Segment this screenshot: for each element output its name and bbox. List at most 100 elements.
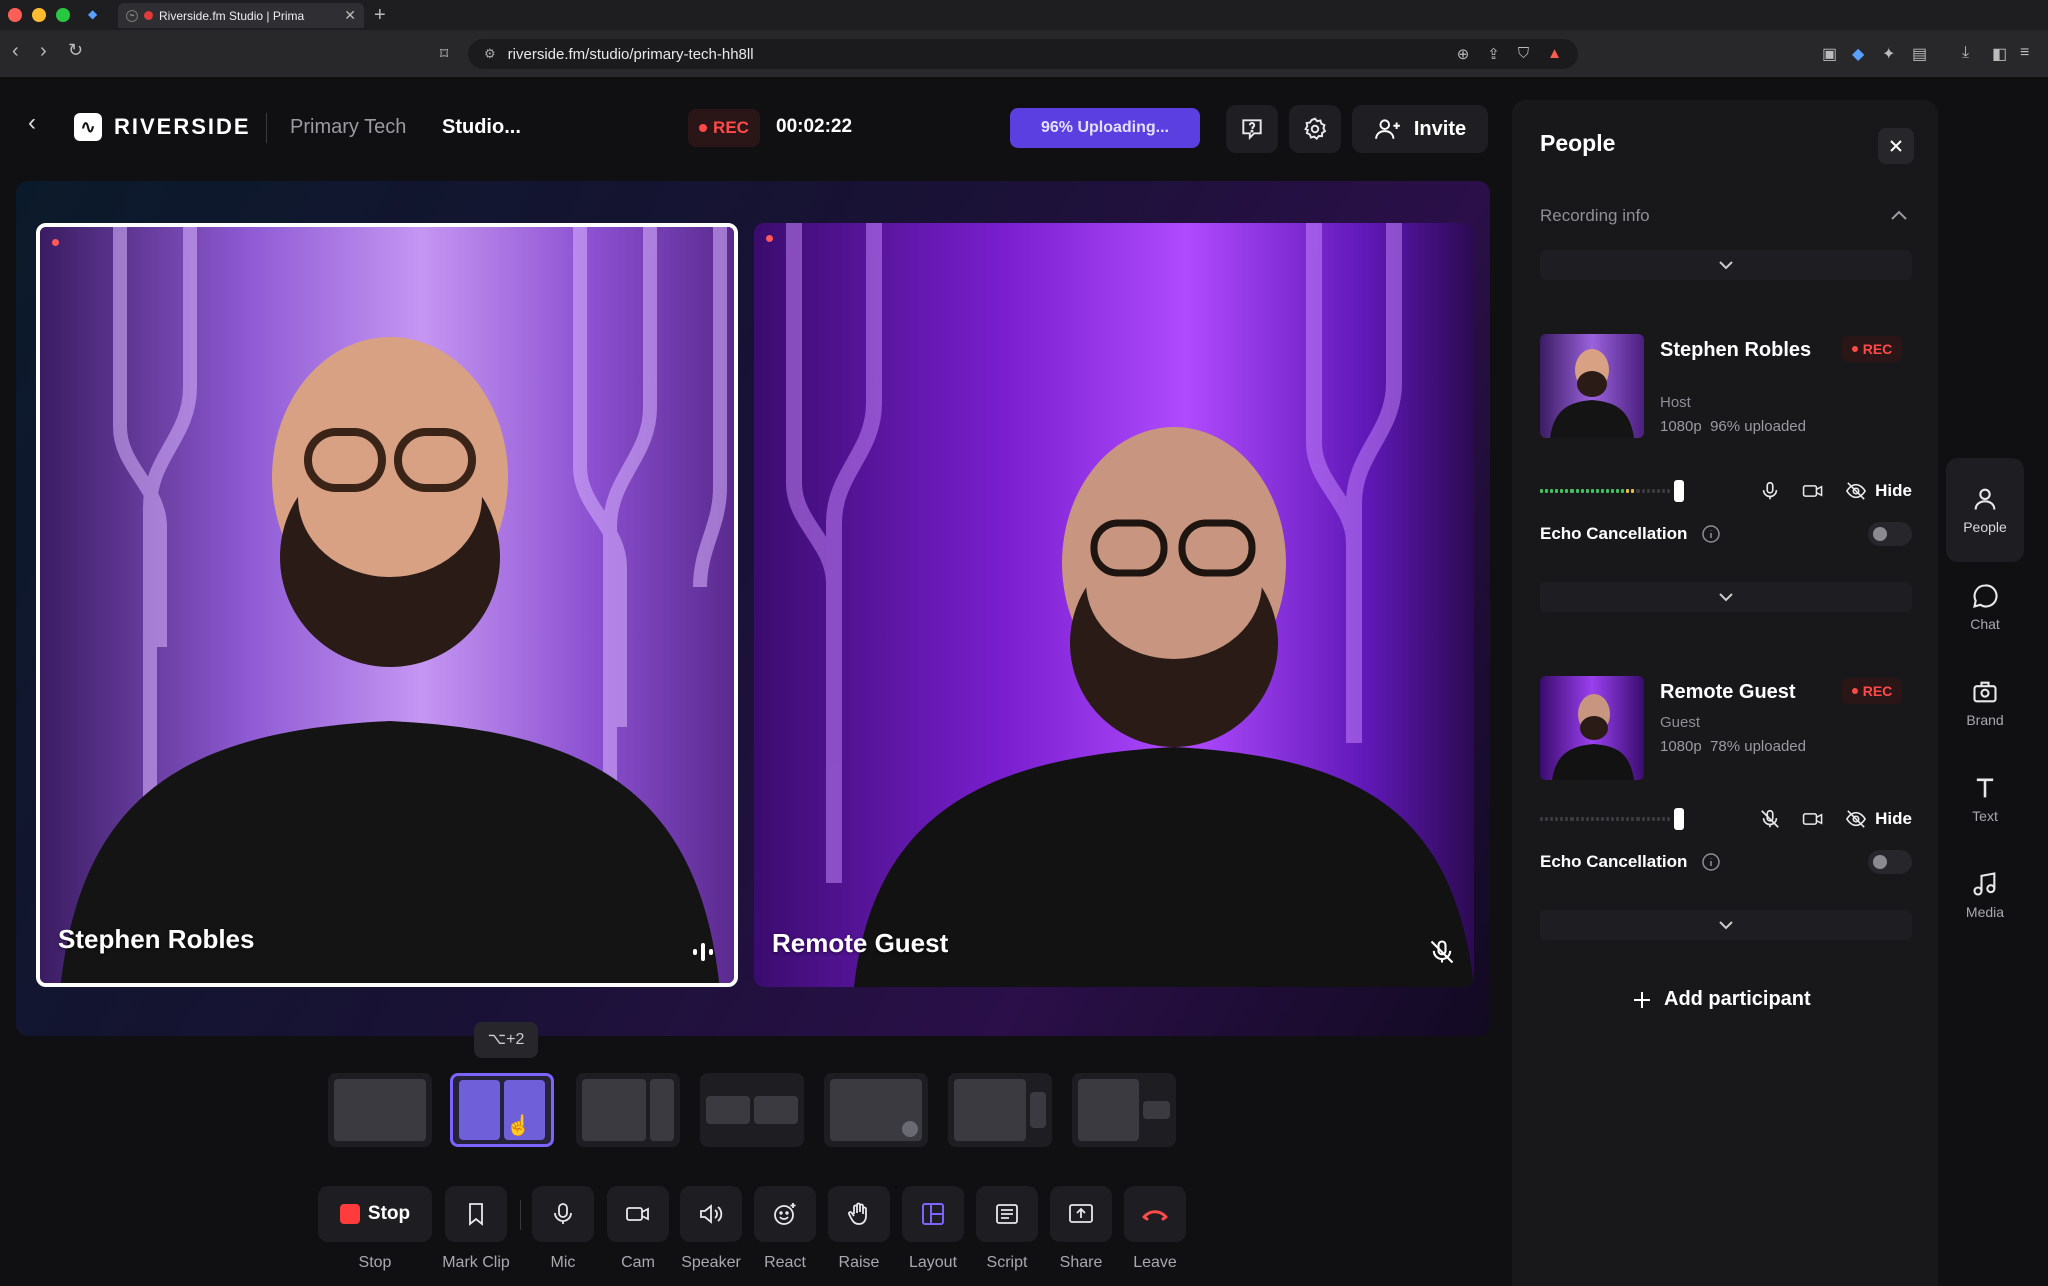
wallet-icon[interactable]: ▤ [1912, 44, 1927, 64]
script-control[interactable]: Script [970, 1186, 1044, 1272]
echo-cancellation-toggle[interactable] [1868, 850, 1912, 874]
mic-button[interactable] [532, 1186, 594, 1242]
camera-icon[interactable] [1801, 808, 1825, 830]
rail-brand[interactable]: Brand [1946, 658, 2024, 748]
muted-mic-icon[interactable] [1759, 808, 1781, 830]
tab-close-icon[interactable]: ✕ [344, 7, 356, 24]
participant-tile-host[interactable]: Stephen Robles [36, 223, 738, 987]
rail-chat[interactable]: Chat [1946, 562, 2024, 652]
downloads-icon[interactable]: ⤓ [1962, 44, 1969, 62]
extensions-puzzle-icon[interactable]: ✦ [1882, 44, 1895, 64]
forward-icon[interactable]: › [40, 40, 47, 63]
layout-preview-box [830, 1079, 922, 1141]
zoom-icon[interactable]: ⊕ [1457, 45, 1470, 63]
mic-control[interactable]: Mic [526, 1186, 600, 1272]
participant-details-expand[interactable] [1540, 910, 1912, 940]
site-settings-icon[interactable]: ⚙ [484, 46, 496, 62]
level-segment [1626, 817, 1630, 821]
layout-option-picture-in-picture[interactable] [824, 1073, 928, 1147]
browser-shield-icon[interactable]: ◆ [88, 7, 102, 21]
studio-name[interactable]: Studio... [442, 116, 521, 139]
sidebar-toggle-icon[interactable]: ◧ [1992, 44, 2007, 64]
info-icon[interactable] [1701, 852, 1721, 872]
share-page-icon[interactable]: ⇪ [1487, 45, 1500, 63]
level-segment [1631, 489, 1635, 493]
guest-video-image [786, 223, 1474, 987]
mark-clip-control[interactable]: Mark Clip [439, 1186, 513, 1272]
hide-participant-button[interactable]: Hide [1845, 809, 1912, 829]
hide-participant-button[interactable]: Hide [1845, 481, 1912, 501]
reload-icon[interactable]: ↻ [68, 40, 83, 61]
help-button[interactable] [1226, 105, 1278, 153]
layout-option-main-strip[interactable] [948, 1073, 1052, 1147]
layout-option-main-sidebar[interactable] [576, 1073, 680, 1147]
riverside-logo[interactable]: ∿ RIVERSIDE [74, 113, 251, 141]
share-screen-button[interactable] [1050, 1186, 1112, 1242]
extension-gem-icon[interactable]: ◆ [1852, 44, 1864, 64]
react-control[interactable]: React [748, 1186, 822, 1272]
upload-status-button[interactable]: 96% Uploading... [1010, 108, 1200, 148]
close-panel-button[interactable] [1878, 128, 1914, 164]
share-control[interactable]: Share [1044, 1186, 1118, 1272]
brave-shield-icon[interactable]: ⛉ [1518, 45, 1529, 63]
team-name[interactable]: Primary Tech [290, 116, 406, 139]
rail-people[interactable]: People [1946, 458, 2024, 562]
info-icon[interactable] [1701, 524, 1721, 544]
tile-recording-dot-icon [766, 235, 773, 242]
bookmark-icon[interactable]: ⌑ [440, 44, 448, 64]
browser-menu-icon[interactable]: ≡ [2020, 44, 2029, 62]
mark-clip-button[interactable] [445, 1186, 507, 1242]
participant-tile-guest[interactable]: Remote Guest [754, 223, 1474, 987]
mic-icon[interactable] [1759, 480, 1781, 502]
rail-media[interactable]: Media [1946, 850, 2024, 940]
recording-info-label[interactable]: Recording info [1540, 206, 1650, 226]
layout-option-main-corner[interactable] [1072, 1073, 1176, 1147]
level-segment [1611, 489, 1615, 493]
speaker-button[interactable] [680, 1186, 742, 1242]
add-participant-button[interactable]: Add participant [1632, 988, 1811, 1011]
leave-call-button[interactable] [1124, 1186, 1186, 1242]
extension-icon[interactable]: ▣ [1822, 44, 1837, 64]
chevron-up-icon[interactable] [1890, 208, 1908, 226]
bookmark-clip-icon [469, 1203, 483, 1226]
react-button[interactable] [754, 1186, 816, 1242]
layout-option-single[interactable] [328, 1073, 432, 1147]
layout-control[interactable]: Layout [896, 1186, 970, 1272]
window-maximize-button[interactable] [56, 8, 70, 22]
participant-rec-label: REC [1862, 683, 1893, 699]
volume-slider-handle[interactable] [1674, 808, 1684, 830]
stop-recording-button[interactable]: Stop [318, 1186, 432, 1242]
echo-cancellation-toggle[interactable] [1868, 522, 1912, 546]
layout-button[interactable] [902, 1186, 964, 1242]
settings-button[interactable] [1289, 105, 1341, 153]
recording-info-expand[interactable] [1540, 250, 1912, 280]
hide-label: Hide [1875, 481, 1912, 500]
camera-icon[interactable] [1801, 480, 1825, 502]
window-minimize-button[interactable] [32, 8, 46, 22]
script-button[interactable] [976, 1186, 1038, 1242]
layout-option-side-by-side[interactable] [450, 1073, 554, 1147]
invite-button[interactable]: Invite [1352, 105, 1488, 153]
leave-control[interactable]: Leave [1118, 1186, 1192, 1272]
speaker-control[interactable]: Speaker [674, 1186, 748, 1272]
browser-tab[interactable]: ~ Riverside.fm Studio | Prima ✕ [118, 3, 364, 28]
volume-slider-handle[interactable] [1674, 480, 1684, 502]
raise-hand-control[interactable]: Raise [822, 1186, 896, 1272]
layout-option-wide-split[interactable] [700, 1073, 804, 1147]
stop-recording-control[interactable]: Stop Stop [318, 1186, 432, 1272]
cam-control[interactable]: Cam [601, 1186, 675, 1272]
back-arrow-icon[interactable]: ‹ [28, 109, 36, 137]
raise-hand-button[interactable] [828, 1186, 890, 1242]
participant-resolution: 1080p [1660, 738, 1702, 755]
brave-rewards-icon[interactable]: ▲ [1547, 45, 1562, 63]
url-field[interactable]: ⚙ riverside.fm/studio/primary-tech-hh8ll… [468, 39, 1578, 69]
participant-details-expand[interactable] [1540, 582, 1912, 612]
camera-button[interactable] [607, 1186, 669, 1242]
window-close-button[interactable] [8, 8, 22, 22]
back-icon[interactable]: ‹ [12, 40, 19, 63]
emoji-react-icon [774, 1203, 796, 1225]
rail-label-text: Text [1972, 808, 1998, 824]
level-segment [1560, 817, 1564, 821]
rail-text[interactable]: Text [1946, 754, 2024, 844]
new-tab-button[interactable]: + [374, 4, 386, 27]
